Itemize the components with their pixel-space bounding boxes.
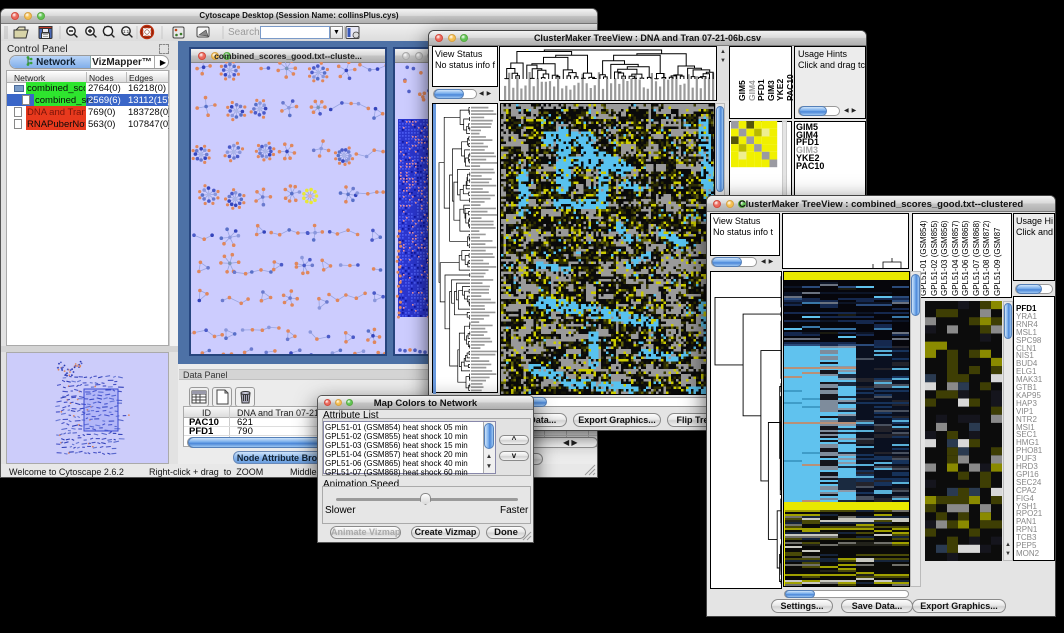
svg-text:1:1: 1:1 (123, 29, 130, 34)
